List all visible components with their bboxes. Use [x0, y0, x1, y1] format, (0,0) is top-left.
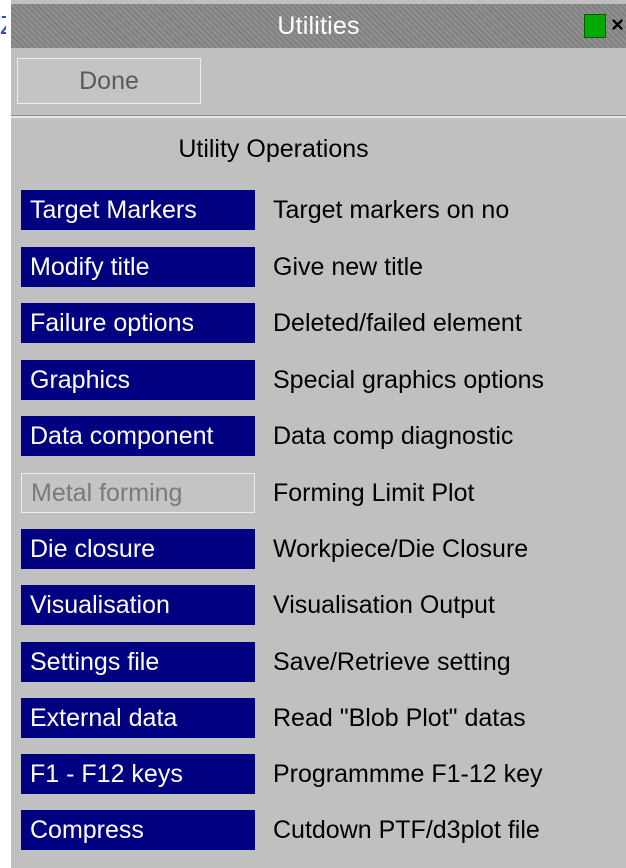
failure-options-button[interactable]: Failure options [21, 303, 255, 343]
section-title: Utility Operations [178, 135, 369, 163]
failure-options-description: Deleted/failed element [273, 309, 522, 337]
operation-row-f1-f12-keys: F1 - F12 keys Programmme F1-12 key [11, 754, 626, 801]
die-closure-description: Workpiece/Die Closure [273, 535, 529, 563]
settings-file-button[interactable]: Settings file [21, 642, 255, 682]
window-title: Utilities [277, 11, 360, 40]
graphics-button[interactable]: Graphics [21, 360, 255, 400]
operation-row-metal-forming: Metal forming Forming Limit Plot [11, 473, 626, 520]
title-bar[interactable]: Utilities × [11, 4, 626, 48]
metal-forming-description: Forming Limit Plot [273, 479, 475, 507]
status-indicator-icon[interactable] [584, 14, 606, 38]
modify-title-button[interactable]: Modify title [21, 247, 255, 287]
compress-description: Cutdown PTF/d3plot file [273, 816, 540, 844]
done-row: Done [11, 48, 626, 113]
operation-row-visualisation: Visualisation Visualisation Output [11, 585, 626, 632]
metal-forming-button[interactable]: Metal forming [21, 473, 255, 513]
f1-f12-keys-description: Programmme F1-12 key [273, 760, 543, 788]
operation-row-external-data: External data Read "Blob Plot" datas [11, 698, 626, 745]
data-component-description: Data comp diagnostic [273, 422, 514, 450]
divider [11, 115, 626, 118]
external-data-button[interactable]: External data [21, 698, 255, 738]
operation-row-compress: Compress Cutdown PTF/d3plot file [11, 810, 626, 857]
target-markers-button[interactable]: Target Markers [21, 190, 255, 230]
external-data-description: Read "Blob Plot" datas [273, 704, 526, 732]
visualisation-description: Visualisation Output [273, 591, 495, 619]
target-markers-description: Target markers on no [273, 196, 510, 224]
f1-f12-keys-button[interactable]: F1 - F12 keys [21, 754, 255, 794]
operation-row-die-closure: Die closure Workpiece/Die Closure [11, 529, 626, 576]
done-button[interactable]: Done [17, 58, 201, 104]
utilities-panel: Utilities × Done Utility Operations Targ… [11, 0, 626, 868]
operation-row-settings-file: Settings file Save/Retrieve setting [11, 642, 626, 689]
settings-file-description: Save/Retrieve setting [273, 648, 511, 676]
operation-row-graphics: Graphics Special graphics options [11, 360, 626, 407]
operation-row-modify-title: Modify title Give new title [11, 247, 626, 294]
die-closure-button[interactable]: Die closure [21, 529, 255, 569]
modify-title-description: Give new title [273, 253, 424, 281]
operation-row-data-component: Data component Data comp diagnostic [11, 416, 626, 463]
visualisation-button[interactable]: Visualisation [21, 585, 255, 625]
graphics-description: Special graphics options [273, 366, 544, 394]
data-component-button[interactable]: Data component [21, 416, 255, 456]
compress-button[interactable]: Compress [21, 810, 255, 850]
close-button[interactable]: × [609, 10, 626, 40]
operation-row-failure-options: Failure options Deleted/failed element [11, 303, 626, 350]
operation-row-target-markers: Target Markers Target markers on no [11, 190, 626, 237]
background-window-edge: Z [0, 8, 6, 42]
